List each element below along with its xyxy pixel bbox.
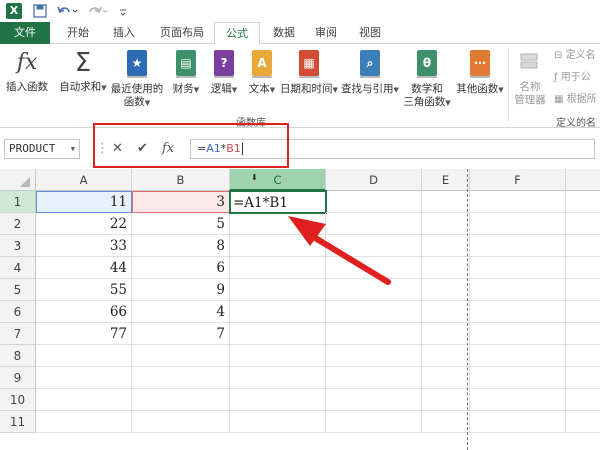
annotation-arrow-overlay (288, 216, 391, 285)
red-arrow-icon (288, 216, 391, 285)
